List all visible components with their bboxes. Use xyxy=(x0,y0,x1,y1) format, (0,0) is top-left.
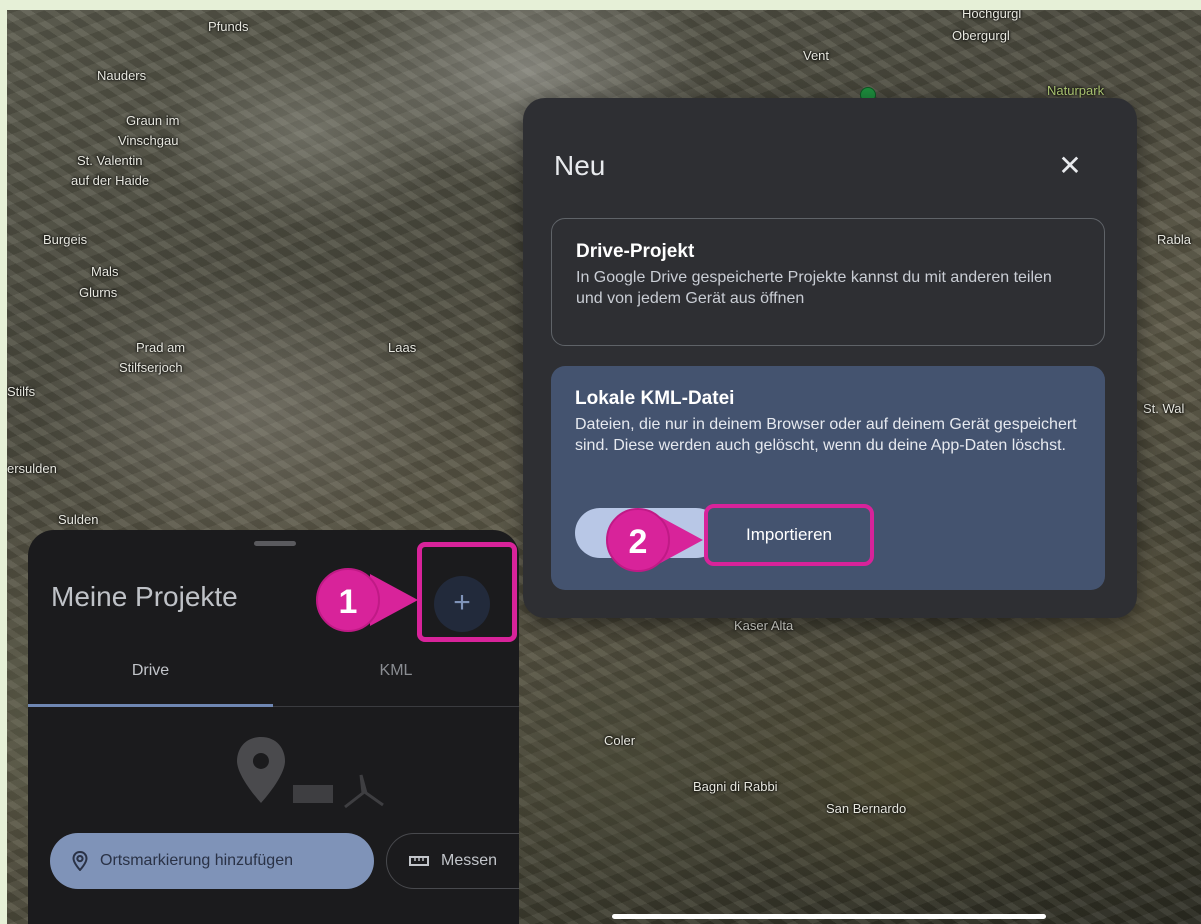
drag-handle[interactable] xyxy=(254,541,296,546)
map-label: Kaser Alta xyxy=(734,618,794,633)
map-label: ersulden xyxy=(7,461,57,476)
map-label: Prad am xyxy=(136,340,186,355)
map-label: Pfunds xyxy=(208,19,249,34)
empty-state-illustration xyxy=(237,737,384,809)
tab-drive[interactable]: Drive xyxy=(28,662,273,706)
option-description: Dateien, die nur in deinem Browser oder … xyxy=(575,416,1077,454)
ruler-icon xyxy=(293,785,333,803)
location-pin-icon xyxy=(72,851,88,871)
map-label: Hochgurgl xyxy=(962,10,1022,21)
map-label: Laas xyxy=(388,340,417,355)
map-label: Stilfserjoch xyxy=(119,360,183,375)
map-label: Bagni di Rabbi xyxy=(693,779,778,794)
map-label: Coler xyxy=(604,733,636,748)
map-label: Burgeis xyxy=(43,232,88,247)
measure-chip[interactable]: Messen xyxy=(386,833,519,889)
tab-kml[interactable]: KML xyxy=(273,662,519,706)
callout-badge-2: 2 xyxy=(606,508,670,572)
add-placemark-chip[interactable]: Ortsmarkierung hinzufügen xyxy=(50,833,374,889)
my-projects-panel: Meine Projekte + Drive KML Ortsmarkierun… xyxy=(28,530,519,924)
home-indicator xyxy=(612,914,1046,919)
map-label: Nauders xyxy=(97,68,147,83)
map-label: Rabla xyxy=(1157,232,1191,247)
callout-badge-1: 1 xyxy=(316,568,380,632)
map-label: Obergurgl xyxy=(952,28,1010,43)
drive-project-option[interactable]: Drive-Projekt In Google Drive gespeicher… xyxy=(551,218,1105,346)
map-label: St. Valentin xyxy=(77,153,143,168)
map-label: St. Wal xyxy=(1143,401,1185,416)
map-label: Stilfs xyxy=(7,384,36,399)
option-title: Lokale KML-Datei xyxy=(575,388,735,409)
option-title: Drive-Projekt xyxy=(576,241,695,262)
map-label: Sulden xyxy=(58,512,99,527)
plus-icon[interactable]: + xyxy=(434,576,490,632)
ruler-icon xyxy=(409,856,429,866)
close-icon[interactable]: ✕ xyxy=(1050,148,1090,184)
import-button[interactable]: Importieren xyxy=(704,504,874,566)
map-label: San Bernardo xyxy=(826,801,907,816)
map-label: Glurns xyxy=(79,285,118,300)
map-label: Mals xyxy=(91,264,119,279)
map-label: auf der Haide xyxy=(71,173,150,188)
chip-label: Messen xyxy=(441,852,498,869)
panel-title: Meine Projekte xyxy=(51,581,238,612)
map-label: Naturpark xyxy=(1047,83,1105,98)
map-label: Vinschgau xyxy=(118,133,179,148)
map-label: Vent xyxy=(803,48,830,63)
chip-label: Ortsmarkierung hinzufügen xyxy=(100,852,293,869)
active-tab-indicator xyxy=(28,704,273,707)
option-description: In Google Drive gespeicherte Projekte ka… xyxy=(576,269,1052,307)
dialog-title: Neu xyxy=(554,150,606,181)
location-pin-icon xyxy=(237,737,285,803)
map-label: Graun im xyxy=(126,113,180,128)
path-icon xyxy=(344,774,384,809)
